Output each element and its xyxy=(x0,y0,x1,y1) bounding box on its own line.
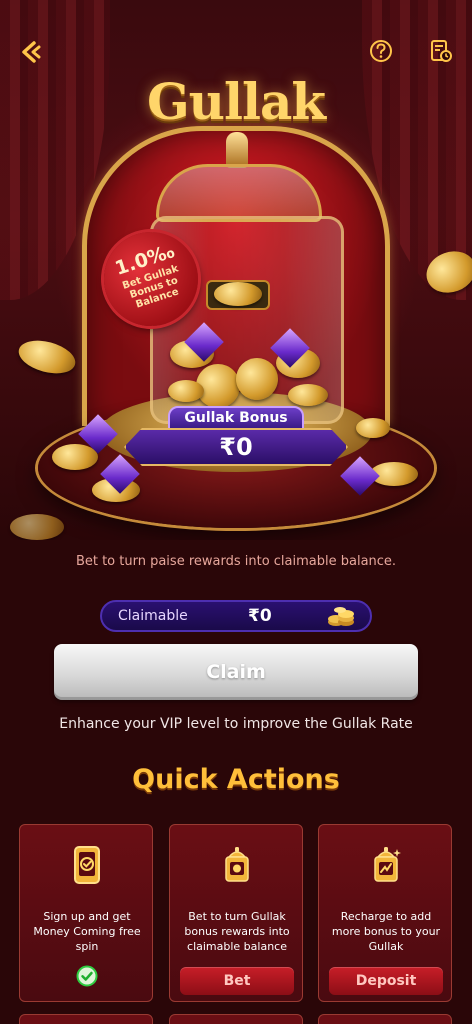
card-text: Recharge to add more bonus to your Gulla… xyxy=(331,910,441,953)
jar-knob xyxy=(226,132,248,168)
help-button[interactable] xyxy=(368,38,394,64)
phone-check-icon xyxy=(74,846,100,884)
coin-icon xyxy=(168,380,204,402)
gullak-jar-icon xyxy=(225,847,249,882)
document-clock-icon xyxy=(431,40,452,62)
bonus-title: Gullak Bonus xyxy=(168,406,304,430)
claimable-bar: Claimable ₹0 xyxy=(100,600,372,632)
bonus-amount: ₹0 xyxy=(124,428,348,466)
quick-action-card-deposit: Recharge to add more bonus to your Gulla… xyxy=(318,824,452,1002)
recharge-jar-icon xyxy=(374,847,401,882)
next-card-peek xyxy=(169,1014,303,1024)
coin-icon xyxy=(15,335,79,379)
rules-button[interactable] xyxy=(428,38,454,64)
claim-button[interactable]: Claim xyxy=(54,644,418,700)
gullak-logo: Gullak xyxy=(146,72,326,131)
quick-action-card-bet: Bet to turn Gullak bonus rewards into cl… xyxy=(169,824,303,1002)
gullak-hero: 1.0‰ Bet Gullak Bonus to Balance Gullak … xyxy=(0,0,472,540)
deposit-button[interactable]: Deposit xyxy=(329,967,443,995)
next-card-peek xyxy=(19,1014,153,1024)
gullak-info-text: Bet to turn paise rewards into claimable… xyxy=(75,554,397,569)
coin-icon xyxy=(10,514,64,540)
quick-action-card-signup: Sign up and get Money Coming free spin xyxy=(19,824,153,1002)
card-text: Bet to turn Gullak bonus rewards into cl… xyxy=(184,910,290,953)
coin-icon xyxy=(214,282,262,306)
coin-icon xyxy=(288,384,328,406)
jar-lid xyxy=(156,164,322,222)
back-chevron-icon xyxy=(22,41,41,63)
check-circle-icon xyxy=(76,965,98,987)
coin-icon xyxy=(356,418,390,438)
claimable-label: Claimable xyxy=(118,608,188,624)
question-circle-icon xyxy=(370,40,392,62)
top-bar xyxy=(0,36,472,68)
bet-button[interactable]: Bet xyxy=(180,967,294,995)
quick-actions-title: Quick Actions xyxy=(132,764,340,795)
gullak-bonus-plate: Gullak Bonus ₹0 xyxy=(124,406,348,466)
vip-hint-text: Enhance your VIP level to improve the Gu… xyxy=(59,716,413,732)
card-text: Sign up and get Money Coming free spin xyxy=(33,910,141,953)
coin-stack-icon xyxy=(328,607,354,626)
next-card-peek xyxy=(318,1014,452,1024)
coin-icon xyxy=(236,358,278,400)
claimable-amount: ₹0 xyxy=(248,606,272,626)
back-button[interactable] xyxy=(16,38,44,66)
